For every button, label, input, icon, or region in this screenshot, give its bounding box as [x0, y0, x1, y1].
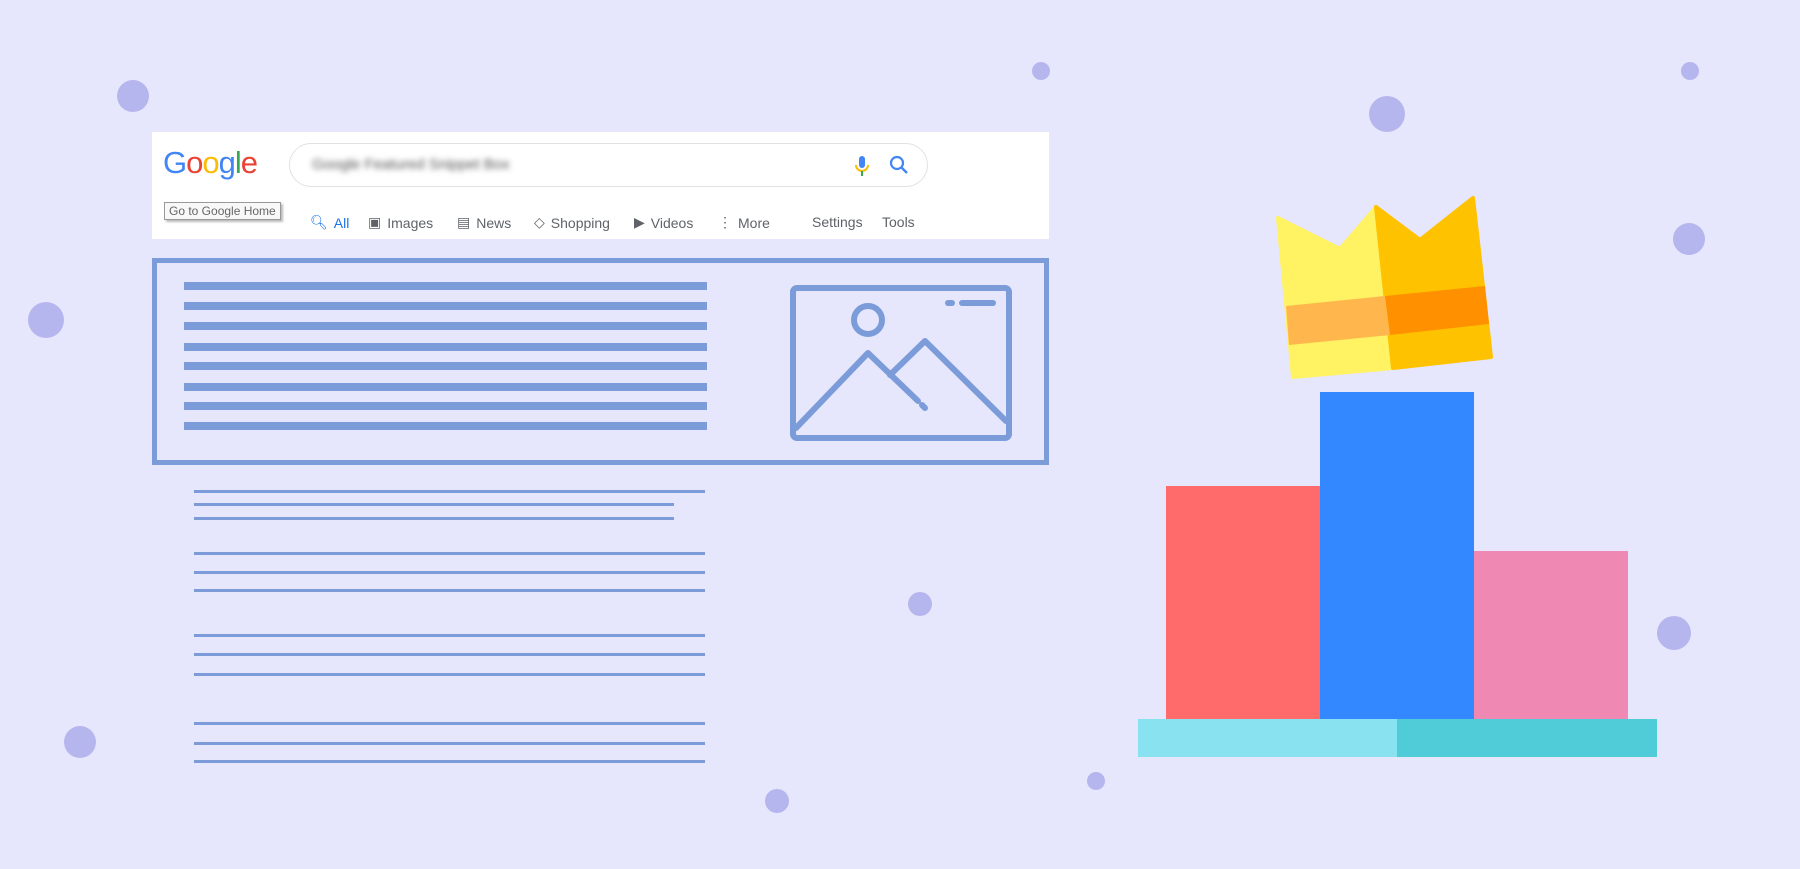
- podium-illustration: [1138, 196, 1657, 757]
- podium-bar-third: [1474, 551, 1628, 720]
- podium-bar-first: [1320, 392, 1474, 720]
- crown-icon: [1276, 196, 1493, 379]
- podium-bar-second: [1166, 486, 1321, 720]
- podium-base-left: [1138, 719, 1398, 757]
- podium-base-right: [1397, 719, 1657, 757]
